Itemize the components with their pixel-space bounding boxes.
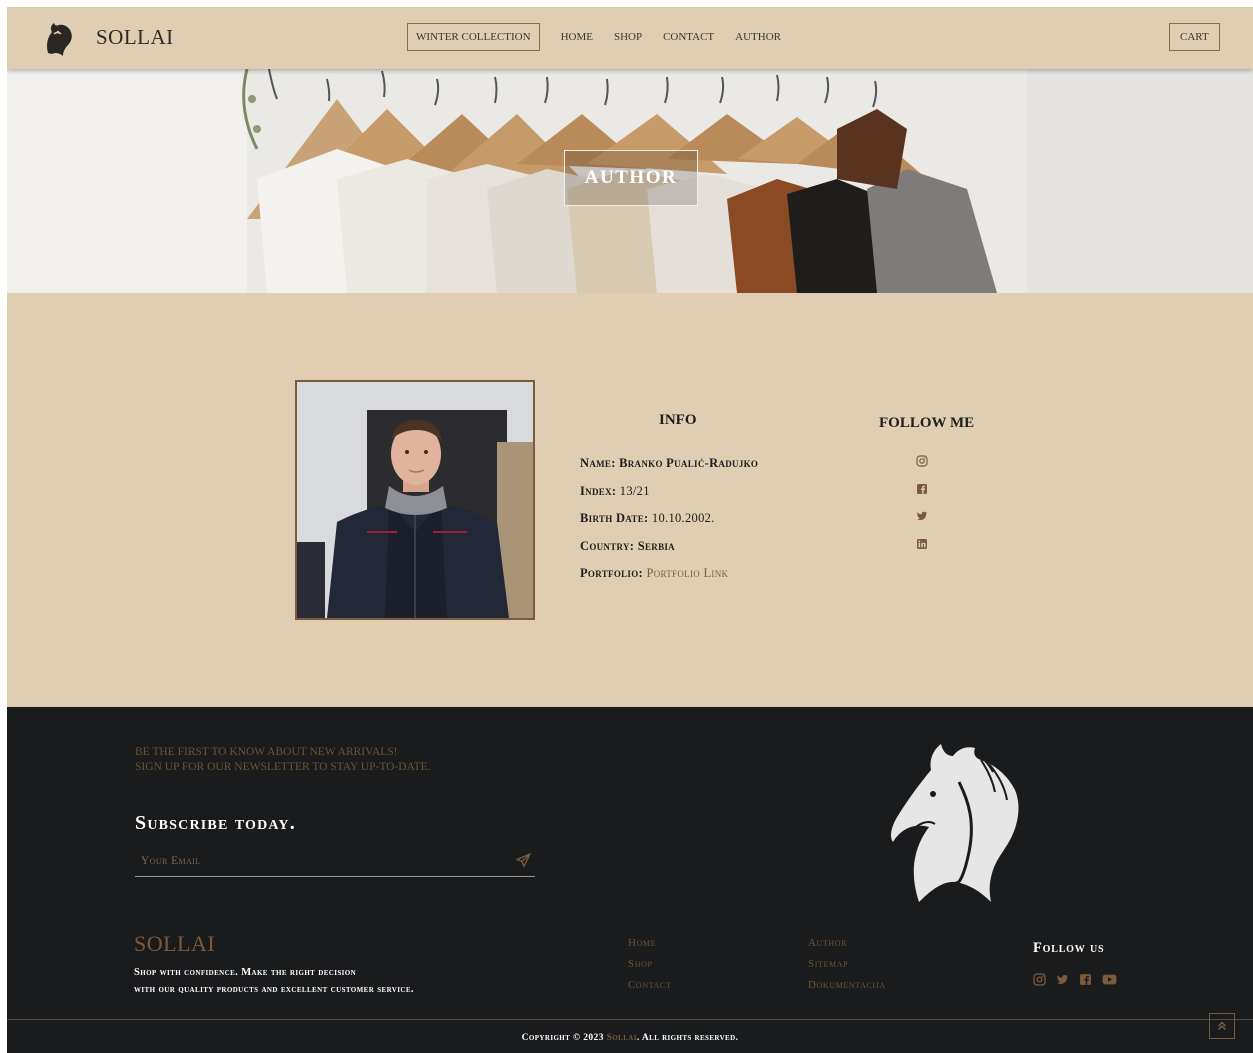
scroll-to-top-button[interactable] <box>1209 1013 1235 1039</box>
nav-author[interactable]: AUTHOR <box>735 31 781 43</box>
footer-social-icons <box>1033 973 1117 986</box>
tagline-line-2: with our quality products and excellent … <box>134 984 414 995</box>
info-row-country: Country: Serbia <box>580 539 758 553</box>
copyright-text: Copyright © 2023 Sollai. All rights rese… <box>7 1033 1253 1043</box>
info-label: Portfolio: <box>580 566 643 580</box>
nav-shop[interactable]: SHOP <box>614 31 642 43</box>
info-value: 13/21 <box>619 483 650 498</box>
linkedin-icon[interactable] <box>916 538 928 550</box>
footer-link-shop[interactable]: Shop <box>628 958 671 972</box>
youtube-icon[interactable] <box>1102 973 1117 986</box>
nav-contact[interactable]: CONTACT <box>663 31 714 43</box>
footer-divider <box>7 1019 1253 1020</box>
twitter-icon[interactable] <box>916 510 928 522</box>
double-chevron-up-icon <box>1217 1021 1227 1031</box>
email-placeholder: Your Email <box>141 855 201 867</box>
info-row-index: Index: 13/21 <box>580 484 758 498</box>
subscribe-heading: Subscribe today. <box>135 812 296 834</box>
info-label: Index: <box>580 483 617 498</box>
newsletter-line-1: BE THE FIRST TO KNOW ABOUT NEW ARRIVALS! <box>135 746 398 758</box>
nav-home[interactable]: HOME <box>561 31 593 43</box>
facebook-icon[interactable] <box>916 483 928 495</box>
info-row-birth-date: Birth Date: 10.10.2002. <box>580 511 758 525</box>
horse-head-logo-icon <box>891 744 1019 902</box>
footer-tagline: Shop with confidence. Make the right dec… <box>134 964 414 998</box>
top-navbar: SOLLAI WINTER COLLECTION HOME SHOP CONTA… <box>7 7 1253 69</box>
footer-link-dokumentacija[interactable]: Dokumentacija <box>808 979 886 993</box>
footer: BE THE FIRST TO KNOW ABOUT NEW ARRIVALS!… <box>7 707 1253 1053</box>
hero-banner: AUTHOR <box>7 69 1253 293</box>
page-title: AUTHOR <box>564 150 698 206</box>
nav-winter-collection[interactable]: WINTER COLLECTION <box>407 23 540 51</box>
newsletter-line-2: SIGN UP FOR OUR NEWSLETTER TO STAY UP-TO… <box>135 761 431 773</box>
info-row-portfolio: Portfolio: Portfolio Link <box>580 566 758 580</box>
email-field[interactable]: Your Email <box>135 851 535 877</box>
info-label: Birth Date: <box>580 511 649 525</box>
follow-me-icons <box>916 455 928 565</box>
copyright-prefix: Copyright © 2023 <box>521 1033 604 1043</box>
author-photo <box>295 380 535 620</box>
newsletter-text: BE THE FIRST TO KNOW ABOUT NEW ARRIVALS!… <box>135 745 431 775</box>
cart-button[interactable]: CART <box>1169 23 1220 51</box>
brand-name[interactable]: SOLLAI <box>96 25 174 50</box>
info-label: Name: <box>580 456 616 470</box>
main-nav: WINTER COLLECTION HOME SHOP CONTACT AUTH… <box>407 23 781 51</box>
instagram-icon[interactable] <box>1033 973 1046 986</box>
footer-links-col-2: Author Sitemap Dokumentacija <box>808 937 886 1000</box>
info-list: Name: Branko Pualić-Radujko Index: 13/21… <box>580 456 758 594</box>
footer-link-sitemap[interactable]: Sitemap <box>808 958 886 972</box>
footer-link-author[interactable]: Author <box>808 937 886 951</box>
facebook-icon[interactable] <box>1079 973 1092 986</box>
footer-follow-heading: Follow us <box>1033 940 1105 956</box>
info-value: 10.10.2002. <box>651 511 715 525</box>
follow-me-heading: FOLLOW ME <box>879 415 975 431</box>
copyright-brand-link[interactable]: Sollai <box>607 1033 637 1043</box>
info-label: Country: <box>580 538 635 553</box>
twitter-icon[interactable] <box>1056 973 1069 986</box>
footer-brand[interactable]: SOLLAI <box>134 931 215 957</box>
info-row-name: Name: Branko Pualić-Radujko <box>580 456 758 470</box>
footer-links-col-1: Home Shop Contact <box>628 937 671 1000</box>
info-heading: INFO <box>659 412 697 428</box>
info-value: Branko Pualić-Radujko <box>619 456 759 470</box>
info-value: Serbia <box>637 538 675 553</box>
author-section: INFO Name: Branko Pualić-Radujko Index: … <box>7 293 1253 707</box>
copyright-suffix: . All rights reserved. <box>636 1033 739 1043</box>
instagram-icon[interactable] <box>916 455 928 467</box>
horse-head-logo-icon[interactable] <box>40 19 76 57</box>
tagline-line-1: Shop with confidence. Make the right dec… <box>134 967 357 978</box>
portfolio-link[interactable]: Portfolio Link <box>646 566 728 580</box>
footer-link-home[interactable]: Home <box>628 937 671 951</box>
footer-link-contact[interactable]: Contact <box>628 979 671 993</box>
send-icon[interactable] <box>516 853 531 868</box>
